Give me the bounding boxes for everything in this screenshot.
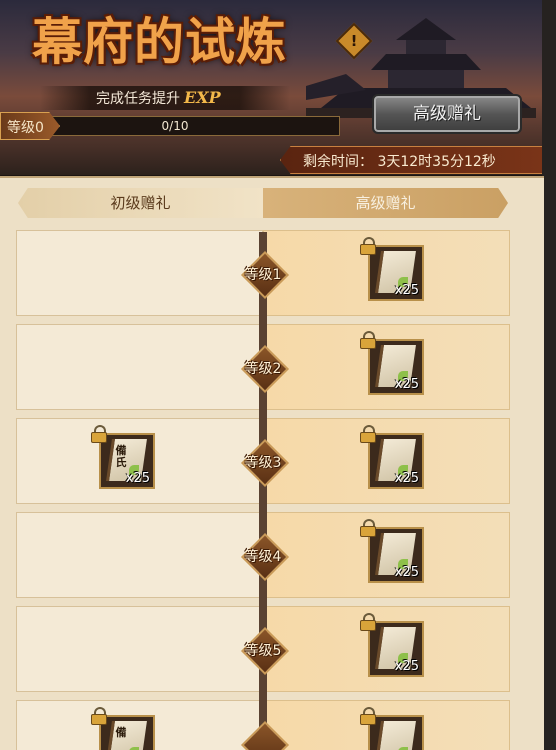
current-level-tag: 等级0 [0, 112, 60, 140]
level-diamond-icon [240, 720, 290, 750]
item-quantity: x25 [125, 471, 150, 486]
level-label: 等级5 [244, 643, 282, 659]
subtitle-text: 完成任务提升 [96, 91, 180, 107]
level-marker: 等级5 [238, 626, 290, 676]
item-quantity: x25 [394, 283, 419, 298]
lock-icon [360, 237, 376, 255]
basic-reward-cell [16, 230, 263, 316]
lock-icon [360, 519, 376, 537]
premium-gift-button[interactable]: 高级赠礼 [372, 94, 522, 134]
reward-item[interactable]: 備 [99, 715, 155, 750]
reward-item[interactable]: 備氏 x25 [99, 433, 155, 489]
reward-item[interactable]: x25 [368, 621, 424, 677]
reward-item[interactable]: x25 [368, 339, 424, 395]
premium-reward-cell: x25 [263, 418, 510, 504]
level-label: 等级2 [244, 361, 282, 377]
reward-item[interactable]: x25 [368, 433, 424, 489]
premium-reward-cell: x25 [263, 324, 510, 410]
reward-item[interactable]: x25 [368, 245, 424, 301]
level-label: 等级1 [244, 267, 282, 283]
lock-icon [360, 613, 376, 631]
task-subtitle: 完成任务提升 EXP [96, 88, 221, 108]
item-badge-text: 備氏 [115, 444, 127, 469]
basic-reward-cell [16, 512, 263, 598]
basic-reward-cell [16, 324, 263, 410]
item-quantity: x25 [394, 565, 419, 580]
remaining-time-banner: 剩余时间： 3天12时35分12秒 [280, 146, 544, 174]
reward-item[interactable] [368, 715, 424, 750]
premium-reward-cell: x25 [263, 230, 510, 316]
scroll-icon [375, 721, 416, 750]
basic-reward-cell [16, 606, 263, 692]
premium-reward-cell: x25 [263, 606, 510, 692]
level-marker: 等级2 [238, 344, 290, 394]
level-label: 等级3 [244, 455, 282, 471]
tab-premium-gift[interactable]: 高级赠礼 [263, 188, 508, 218]
item-quantity: x25 [394, 659, 419, 674]
level-marker: 等级4 [238, 532, 290, 582]
level-marker: 等级3 [238, 438, 290, 488]
tab-basic-gift[interactable]: 初级赠礼 [18, 188, 263, 218]
premium-reward-cell [263, 700, 510, 750]
premium-reward-cell: x25 [263, 512, 510, 598]
lock-icon [360, 707, 376, 725]
lock-icon [360, 425, 376, 443]
reward-tabs: 初级赠礼 高级赠礼 [18, 188, 508, 218]
exp-highlight: EXP [184, 88, 221, 107]
level-label: 等级4 [244, 549, 282, 565]
reward-rows: x25 x25 備氏 x25 x25 x25 x25 備 [0, 230, 556, 750]
level-marker [238, 720, 290, 750]
item-badge-text: 備 [115, 726, 127, 739]
exp-progress-text: 0/10 [161, 119, 189, 133]
basic-reward-cell: 備氏 x25 [16, 418, 263, 504]
event-title: 幕府的试炼 [32, 12, 287, 71]
lock-icon [91, 425, 107, 443]
item-quantity: x25 [394, 377, 419, 392]
lock-icon [360, 331, 376, 349]
header-banner: 幕府的试炼 ! 完成任务提升 EXP 0/10 等级0 高级赠礼 剩余时间： 3天… [0, 0, 556, 175]
level-marker: 等级1 [238, 250, 290, 300]
item-quantity: x25 [394, 471, 419, 486]
basic-reward-cell: 備 [16, 700, 263, 750]
lock-icon [91, 707, 107, 725]
reward-item[interactable]: x25 [368, 527, 424, 583]
